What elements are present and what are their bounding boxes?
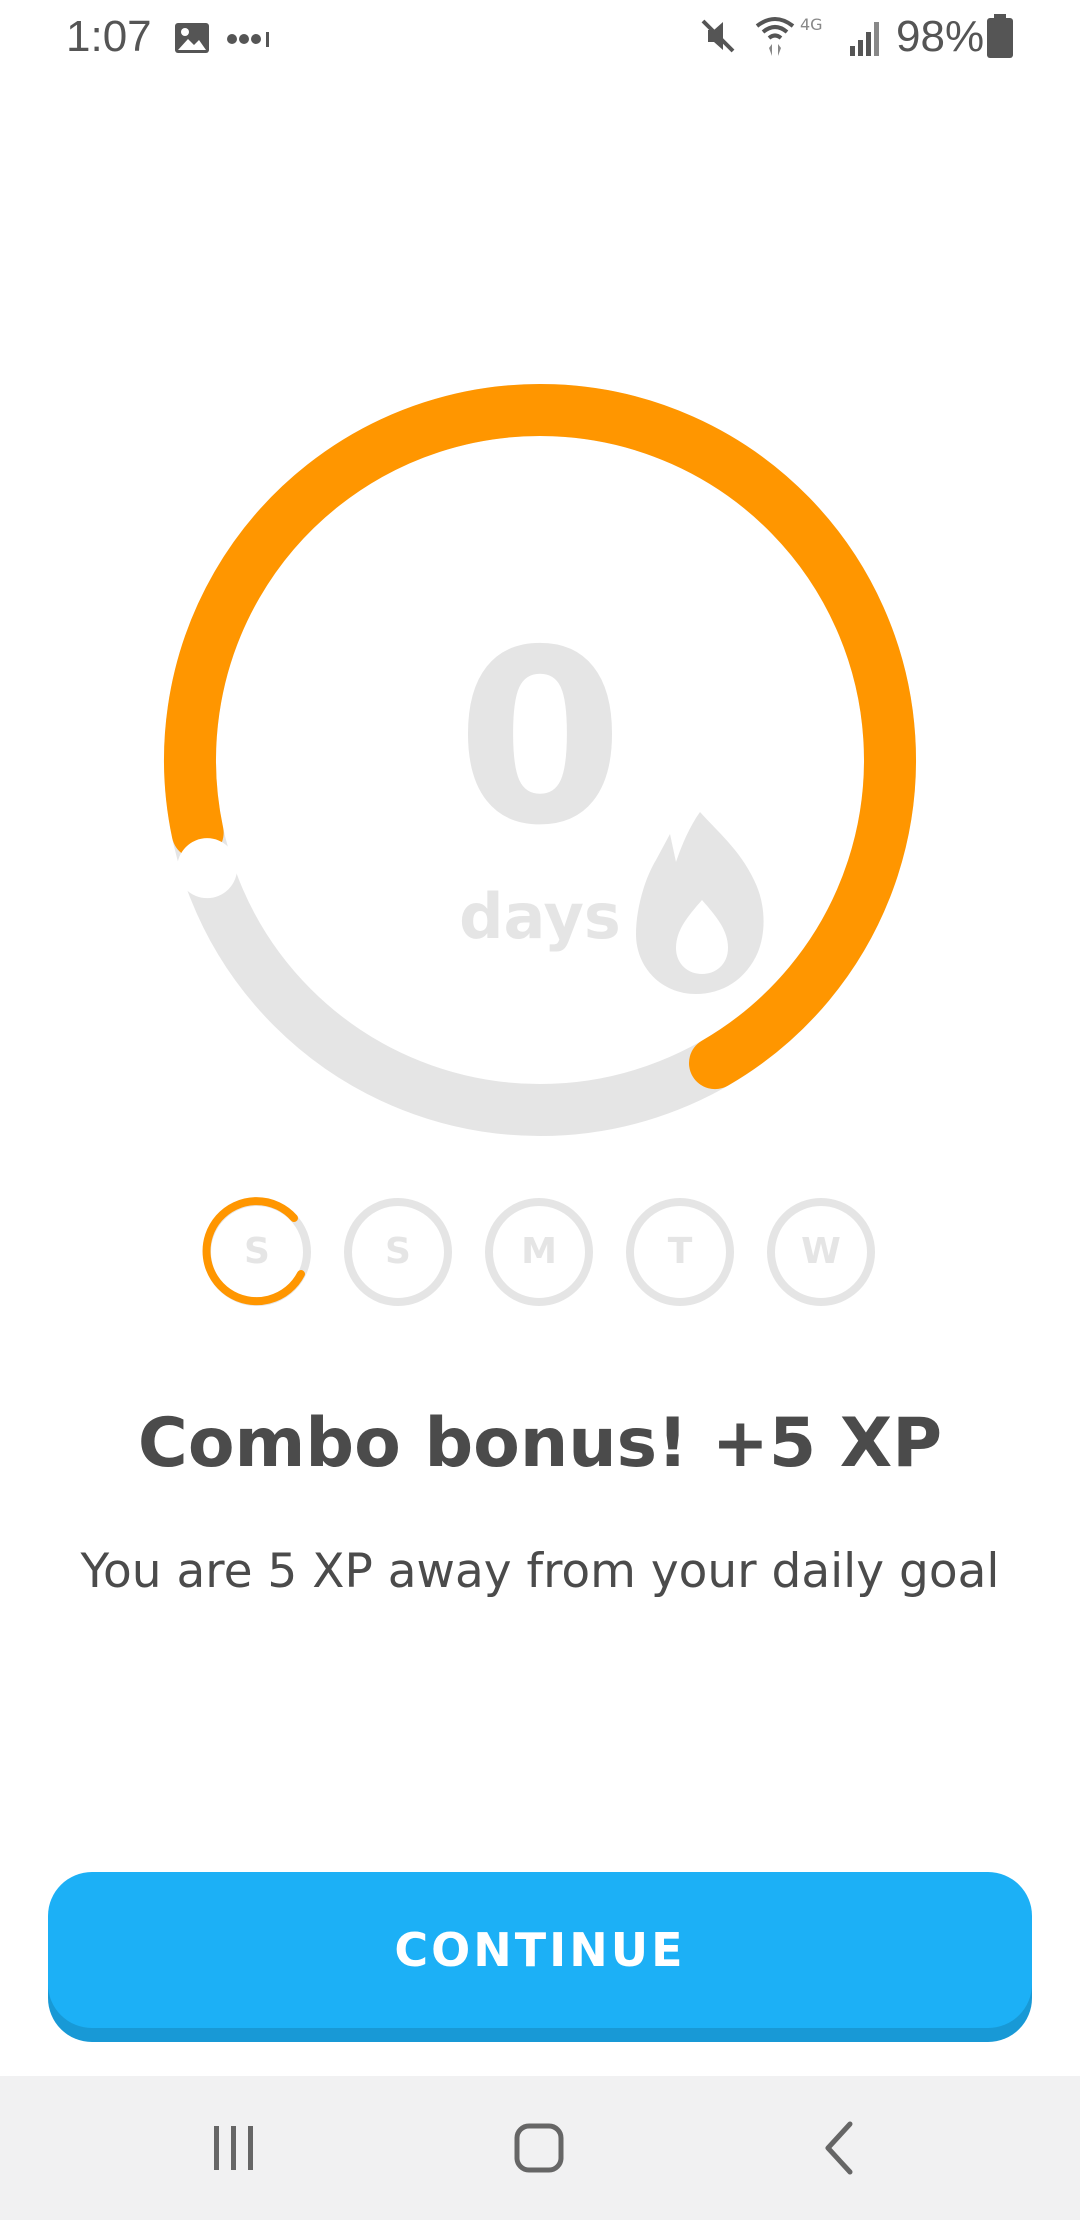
- battery-icon: [987, 14, 1013, 58]
- streak-ring: 0 days: [140, 360, 940, 1160]
- continue-button-label: CONTINUE: [394, 1923, 686, 1977]
- continue-button[interactable]: CONTINUE: [48, 1872, 1032, 2028]
- day-letter: M: [521, 1231, 557, 1272]
- image-icon: [175, 23, 209, 53]
- streak-unit: days: [459, 880, 621, 953]
- svg-text:4G: 4G: [800, 15, 823, 34]
- day-letter: T: [667, 1231, 693, 1272]
- day-circle: M: [483, 1196, 595, 1308]
- day-letter: W: [801, 1231, 841, 1272]
- home-button[interactable]: [488, 2098, 588, 2198]
- recent-apps-button[interactable]: [184, 2098, 284, 2198]
- day-letter: S: [385, 1231, 411, 1272]
- day-circle: S: [201, 1196, 313, 1308]
- lte-signal-icon: 4G: [800, 15, 879, 56]
- battery-percent: 98%: [896, 12, 985, 61]
- back-icon: [825, 2121, 853, 2175]
- day-circle: T: [624, 1196, 736, 1308]
- home-icon: [514, 2123, 564, 2173]
- streak-screen: 1:07 4G 98% 0 days S S M T W Combo bonus…: [0, 0, 1080, 2220]
- back-button[interactable]: [790, 2098, 890, 2198]
- daily-goal-message: You are 5 XP away from your daily goal: [80, 1544, 1000, 1599]
- mute-icon: [701, 19, 735, 53]
- more-dots-icon: [227, 32, 269, 47]
- status-time: 1:07: [66, 12, 152, 61]
- recent-apps-icon: [214, 2126, 253, 2170]
- day-letter: S: [244, 1231, 270, 1272]
- status-bar: 1:07 4G 98%: [0, 0, 1080, 74]
- wifi-icon: [755, 17, 795, 56]
- day-circle: S: [342, 1196, 454, 1308]
- week-days: S S M T W: [201, 1196, 881, 1308]
- day-circle: W: [765, 1196, 877, 1308]
- combo-bonus-headline: Combo bonus! +5 XP: [137, 1404, 943, 1483]
- system-nav-bar: [0, 2076, 1080, 2220]
- streak-count: 0: [456, 598, 624, 878]
